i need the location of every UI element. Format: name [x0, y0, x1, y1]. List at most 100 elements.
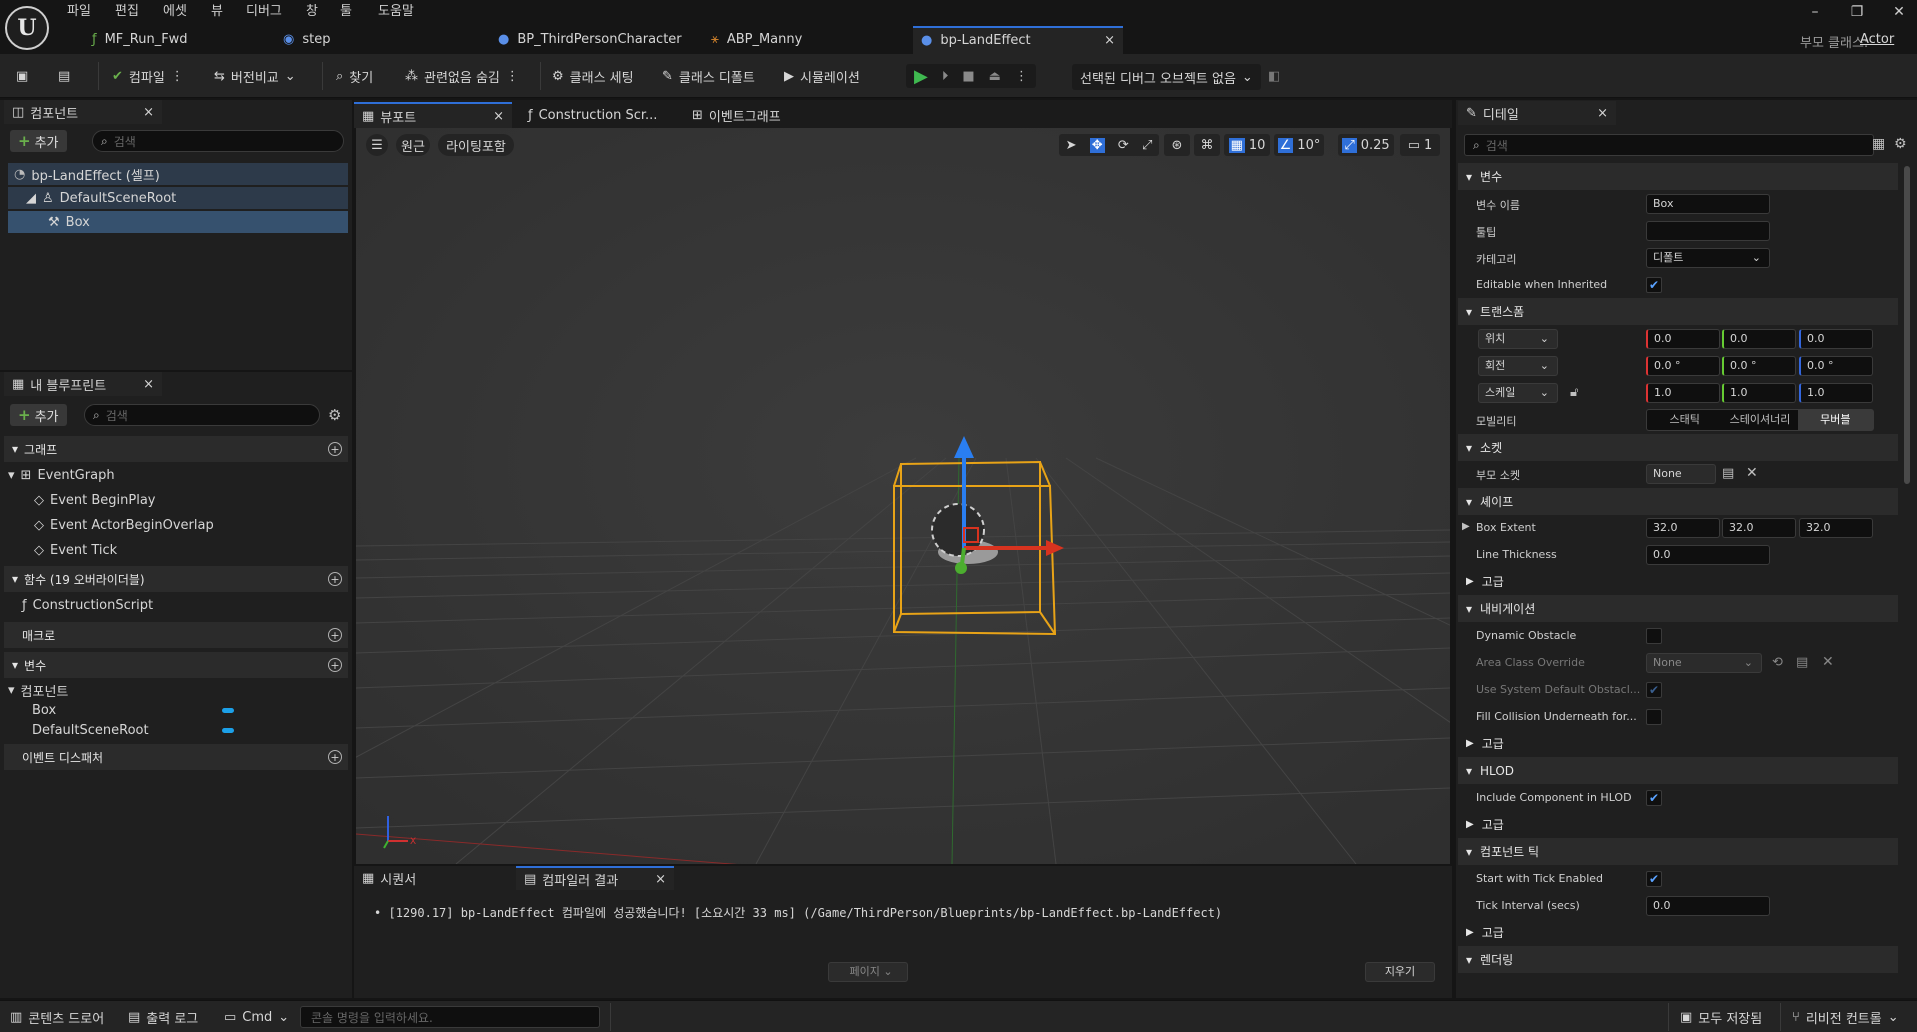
save-all-button[interactable]: ▣ 모두 저장됨: [1680, 1007, 1762, 1027]
scale-snap-button[interactable]: ⤢ 0.25: [1338, 134, 1394, 156]
browse-socket-icon[interactable]: ▤: [1722, 466, 1734, 481]
scale-icon[interactable]: ⤢: [1142, 138, 1152, 153]
maximize-button[interactable]: ❐: [1842, 2, 1872, 22]
rotation-x-field[interactable]: 0.0 °: [1646, 356, 1720, 376]
menu-debug[interactable]: 디버그: [246, 2, 282, 22]
fill-collision-checkbox[interactable]: [1646, 709, 1662, 725]
rotation-snap-button[interactable]: ∠ 10°: [1274, 134, 1324, 156]
dynamic-obstacle-checkbox[interactable]: [1646, 628, 1662, 644]
clear-x-icon[interactable]: ✕: [1822, 654, 1834, 670]
transform-section-header[interactable]: ▾ 트랜스폼: [1458, 298, 1898, 325]
location-z-field[interactable]: 0.0: [1799, 329, 1873, 349]
close-icon[interactable]: ×: [655, 872, 666, 887]
close-icon[interactable]: ×: [1597, 106, 1608, 121]
rotation-mode-select[interactable]: 회전 ⌄: [1478, 356, 1558, 376]
menu-tools[interactable]: 툴: [340, 2, 352, 22]
mobility-stationary[interactable]: 스테이셔너리: [1722, 410, 1797, 430]
box-extent-y-field[interactable]: 32.0: [1722, 518, 1796, 538]
viewport-menu-button[interactable]: ☰: [366, 134, 388, 156]
debug-object-select[interactable]: 선택된 디버그 오브젝트 없음 ⌄: [1072, 64, 1261, 90]
menu-file[interactable]: 파일: [67, 2, 91, 22]
tab-viewport[interactable]: ▦ 뷰포트 ×: [354, 102, 512, 128]
unreal-logo[interactable]: U: [5, 6, 49, 50]
play-icon[interactable]: ▶: [914, 66, 928, 87]
tab-details[interactable]: ✎ 디테일 ×: [1458, 101, 1616, 125]
surface-snap-button[interactable]: ⌘: [1194, 134, 1220, 156]
camera-speed-button[interactable]: ▭ 1: [1400, 134, 1440, 156]
tick-advanced-row[interactable]: ▶ 고급: [1458, 919, 1898, 946]
revision-control-button[interactable]: ⑂ 리비전 컨트롤 ⌄: [1792, 1007, 1899, 1027]
grid-snap-button[interactable]: ▦ 10: [1224, 134, 1270, 156]
component-box[interactable]: ⚒ Box: [8, 211, 348, 233]
console-input[interactable]: 콘솔 명령을 입력하세요.: [300, 1006, 600, 1028]
close-icon[interactable]: ×: [143, 105, 154, 120]
box-extent-z-field[interactable]: 32.0: [1799, 518, 1873, 538]
select-icon[interactable]: ➤: [1066, 138, 1077, 153]
component-self[interactable]: ◔ bp-LandEffect (셀프): [8, 163, 348, 185]
my-blueprint-search-input[interactable]: ⌕ 검색: [84, 404, 320, 426]
variables-section-header[interactable]: ▾ 변수: [4, 652, 348, 678]
tick-interval-field[interactable]: 0.0: [1646, 896, 1770, 916]
socket-section-header[interactable]: ▾ 소켓: [1458, 434, 1898, 461]
scale-y-field[interactable]: 1.0: [1722, 383, 1796, 403]
world-local-button[interactable]: ⊛: [1164, 134, 1190, 156]
save-button[interactable]: ▣: [16, 64, 28, 88]
rendering-section-header[interactable]: ▾ 렌더링: [1458, 946, 1898, 973]
variable-section-header[interactable]: ▾ 변수: [1458, 163, 1898, 190]
area-class-select[interactable]: None ⌄: [1646, 653, 1762, 673]
details-scrollbar[interactable]: [1904, 166, 1910, 484]
graphs-section-header[interactable]: ▾ 그래프: [4, 436, 348, 462]
close-icon[interactable]: ×: [493, 109, 504, 124]
components-search-input[interactable]: ⌕ 검색: [92, 130, 344, 152]
minimize-button[interactable]: –: [1800, 2, 1830, 22]
start-tick-checkbox[interactable]: ✔: [1646, 871, 1662, 887]
box-extent-x-field[interactable]: 32.0: [1646, 518, 1720, 538]
scale-x-field[interactable]: 1.0: [1646, 383, 1720, 403]
menu-edit[interactable]: 편집: [115, 2, 139, 22]
browse-icon[interactable]: ▤: [1796, 655, 1808, 670]
doc-tab-abp-manny[interactable]: ⚹ ABP_Manny: [703, 26, 903, 54]
collapse-arrow-icon[interactable]: ◢: [26, 191, 36, 206]
close-window-button[interactable]: ✕: [1884, 2, 1914, 22]
rotation-z-field[interactable]: 0.0 °: [1799, 356, 1873, 376]
pagination-select[interactable]: 페이지 ⌄: [828, 962, 908, 982]
doc-tab-bp-thirdperson[interactable]: ● BP_ThirdPersonCharacter: [490, 26, 700, 54]
var-name-field[interactable]: Box: [1646, 194, 1770, 214]
clear-x-icon[interactable]: ✕: [1746, 465, 1758, 481]
clear-button[interactable]: 지우기: [1365, 962, 1435, 982]
doc-tab-mf-run-fwd[interactable]: ƒ MF_Run_Fwd: [84, 26, 264, 54]
content-drawer-button[interactable]: ▥ 콘텐츠 드로어: [10, 1007, 104, 1027]
location-x-field[interactable]: 0.0: [1646, 329, 1720, 349]
rotation-y-field[interactable]: 0.0 °: [1722, 356, 1796, 376]
rotate-icon[interactable]: ⟳: [1118, 138, 1129, 153]
unlock-icon[interactable]: 🔓︎: [1570, 385, 1578, 400]
event-beginplay-item[interactable]: ◇ Event BeginPlay: [34, 489, 156, 511]
doc-tab-step[interactable]: ◉ step: [275, 26, 475, 54]
hide-unrelated-button[interactable]: ⁂ 관련없음 숨김 ⋮: [405, 64, 519, 88]
class-defaults-button[interactable]: ✎ 클래스 디폴트: [662, 64, 755, 88]
expand-arrow-icon[interactable]: ▶: [1462, 521, 1470, 532]
step-icon[interactable]: ⏵: [942, 69, 949, 84]
browse-button[interactable]: ▤: [58, 64, 70, 88]
add-variable-icon[interactable]: +: [328, 658, 342, 672]
event-actorbeginoverlap-item[interactable]: ◇ Event ActorBeginOverlap: [34, 514, 214, 536]
add-graph-icon[interactable]: +: [328, 442, 342, 456]
tab-components[interactable]: ◫ 컴포넌트 ×: [4, 100, 162, 124]
location-mode-select[interactable]: 위치 ⌄: [1478, 329, 1558, 349]
gear-icon[interactable]: ⚙: [328, 406, 341, 424]
add-macro-icon[interactable]: +: [328, 628, 342, 642]
hlod-section-header[interactable]: ▾ HLOD: [1458, 757, 1898, 784]
menu-view[interactable]: 뷰: [211, 2, 223, 22]
add-dispatcher-icon[interactable]: +: [328, 750, 342, 764]
shape-advanced-row[interactable]: ▶ 고급: [1458, 568, 1898, 595]
compile-button[interactable]: ✔ 컴파일 ⋮: [112, 64, 184, 88]
event-tick-item[interactable]: ◇ Event Tick: [34, 539, 117, 561]
add-item-button[interactable]: + 추가: [10, 404, 67, 426]
include-hlod-checkbox[interactable]: ✔: [1646, 790, 1662, 806]
dispatchers-section-header[interactable]: 이벤트 디스패처: [4, 744, 348, 770]
menu-help[interactable]: 도움말: [378, 2, 414, 22]
simulation-button[interactable]: ▶ 시뮬레이션: [784, 64, 860, 88]
close-icon[interactable]: ×: [143, 377, 154, 392]
parent-class-link[interactable]: Actor: [1860, 32, 1894, 47]
debug-target-button[interactable]: ◧: [1268, 64, 1280, 88]
